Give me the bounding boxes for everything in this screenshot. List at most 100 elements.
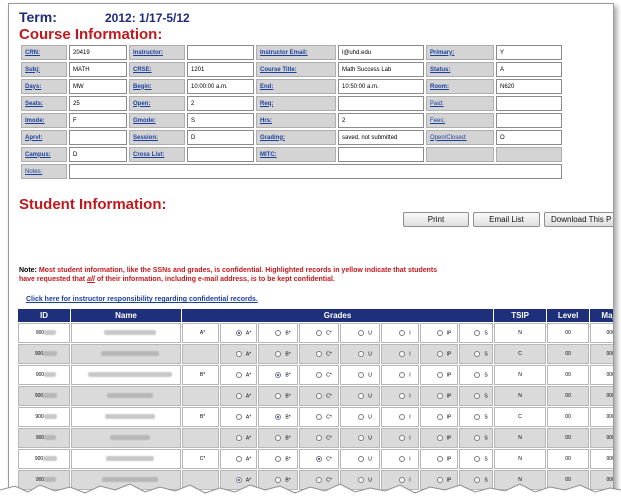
- grade-radio[interactable]: [358, 392, 365, 399]
- grade-option-s[interactable]: S: [459, 449, 494, 469]
- course-field-label[interactable]: MITC:: [256, 147, 336, 162]
- grade-radio[interactable]: [235, 476, 242, 483]
- grade-radio[interactable]: [436, 329, 443, 336]
- course-field-label[interactable]: Cross List:: [129, 147, 185, 162]
- course-field-label[interactable]: Open:: [129, 96, 185, 111]
- grade-option-u[interactable]: U: [340, 365, 380, 385]
- grade-option-b-star[interactable]: B*: [258, 428, 298, 448]
- grade-radio[interactable]: [275, 413, 282, 420]
- grade-radio[interactable]: [235, 350, 242, 357]
- grade-option-ip[interactable]: IP: [420, 365, 458, 385]
- grade-option-s[interactable]: S: [459, 407, 494, 427]
- course-field-label[interactable]: CRSE:: [129, 62, 185, 77]
- grade-option-s[interactable]: S: [459, 365, 494, 385]
- grade-radio[interactable]: [316, 476, 323, 483]
- grade-radio[interactable]: [474, 392, 481, 399]
- grade-radio[interactable]: [358, 476, 365, 483]
- grade-radio[interactable]: [235, 434, 242, 441]
- grade-radio[interactable]: [316, 329, 323, 336]
- grade-radio[interactable]: [399, 476, 406, 483]
- grade-option-a-star[interactable]: A*: [220, 365, 257, 385]
- grade-radio[interactable]: [275, 476, 282, 483]
- grade-radio[interactable]: [275, 455, 282, 462]
- course-field-label[interactable]: Fees:: [426, 113, 494, 128]
- grade-radio[interactable]: [316, 392, 323, 399]
- grade-option-b-star[interactable]: B*: [258, 449, 298, 469]
- grade-radio[interactable]: [358, 350, 365, 357]
- email-list-button[interactable]: Email List: [473, 212, 540, 227]
- grade-option-u[interactable]: U: [340, 407, 380, 427]
- course-field-label[interactable]: Begin:: [129, 79, 185, 94]
- course-field-label[interactable]: Open/Closed:: [426, 130, 494, 145]
- grade-option-i[interactable]: I: [381, 407, 419, 427]
- grade-option-a-star[interactable]: A*: [220, 344, 257, 364]
- grade-radio[interactable]: [235, 392, 242, 399]
- grade-option-a-star[interactable]: A*: [220, 386, 257, 406]
- grade-radio[interactable]: [399, 455, 406, 462]
- grade-option-ip[interactable]: IP: [420, 386, 458, 406]
- grade-option-a-star[interactable]: A*: [220, 323, 257, 343]
- grade-option-ip[interactable]: IP: [420, 428, 458, 448]
- grade-option-b-star[interactable]: B*: [258, 344, 298, 364]
- grade-option-b-star[interactable]: B*: [258, 470, 298, 490]
- grade-option-i[interactable]: I: [381, 470, 419, 490]
- grade-radio[interactable]: [235, 413, 242, 420]
- grade-radio[interactable]: [275, 350, 282, 357]
- grade-radio[interactable]: [436, 434, 443, 441]
- grade-option-c-star[interactable]: C*: [299, 470, 339, 490]
- course-field-label[interactable]: Instructor:: [129, 45, 185, 60]
- course-field-label[interactable]: Instructor Email:: [256, 45, 336, 60]
- grade-radio[interactable]: [358, 413, 365, 420]
- grade-radio[interactable]: [399, 371, 406, 378]
- confidential-records-link[interactable]: Click here for instructor responsibility…: [26, 296, 258, 303]
- grade-radio[interactable]: [474, 329, 481, 336]
- print-button[interactable]: Print: [403, 212, 469, 227]
- grade-radio[interactable]: [275, 329, 282, 336]
- grade-option-c-star[interactable]: C*: [299, 365, 339, 385]
- grade-option-u[interactable]: U: [340, 470, 380, 490]
- grade-option-u[interactable]: U: [340, 449, 380, 469]
- grade-radio[interactable]: [316, 455, 323, 462]
- grade-option-c-star[interactable]: C*: [299, 323, 339, 343]
- course-field-label[interactable]: Primary:: [426, 45, 494, 60]
- grade-radio[interactable]: [316, 371, 323, 378]
- grade-option-c-star[interactable]: C*: [299, 407, 339, 427]
- course-field-label[interactable]: Grading:: [256, 130, 336, 145]
- course-field-label[interactable]: Gmode:: [129, 113, 185, 128]
- notes-label[interactable]: Notes:: [21, 164, 67, 179]
- course-field-label[interactable]: Subj:: [21, 62, 67, 77]
- grade-option-s[interactable]: S: [459, 344, 494, 364]
- grade-radio[interactable]: [474, 371, 481, 378]
- grade-option-b-star[interactable]: B*: [258, 386, 298, 406]
- grade-radio[interactable]: [436, 413, 443, 420]
- grade-option-i[interactable]: I: [381, 344, 419, 364]
- course-field-label[interactable]: Course Title:: [256, 62, 336, 77]
- grade-option-u[interactable]: U: [340, 323, 380, 343]
- grade-option-ip[interactable]: IP: [420, 407, 458, 427]
- grade-radio[interactable]: [399, 392, 406, 399]
- grade-option-s[interactable]: S: [459, 386, 494, 406]
- grade-radio[interactable]: [275, 392, 282, 399]
- course-field-label[interactable]: Days:: [21, 79, 67, 94]
- grade-radio[interactable]: [235, 329, 242, 336]
- grade-option-b-star[interactable]: B*: [258, 365, 298, 385]
- grade-radio[interactable]: [358, 455, 365, 462]
- grade-radio[interactable]: [436, 392, 443, 399]
- grade-radio[interactable]: [358, 434, 365, 441]
- grade-radio[interactable]: [399, 413, 406, 420]
- grade-option-u[interactable]: U: [340, 428, 380, 448]
- grade-radio[interactable]: [399, 329, 406, 336]
- grade-option-u[interactable]: U: [340, 386, 380, 406]
- download-button[interactable]: Download This P: [544, 212, 613, 227]
- course-field-label[interactable]: Campus:: [21, 147, 67, 162]
- course-field-label[interactable]: Hrs:: [256, 113, 336, 128]
- course-field-label[interactable]: End:: [256, 79, 336, 94]
- grade-radio[interactable]: [399, 434, 406, 441]
- grade-option-c-star[interactable]: C*: [299, 344, 339, 364]
- grade-option-i[interactable]: I: [381, 365, 419, 385]
- course-field-label[interactable]: Seats:: [21, 96, 67, 111]
- grade-option-i[interactable]: I: [381, 449, 419, 469]
- course-field-label[interactable]: Status:: [426, 62, 494, 77]
- grade-radio[interactable]: [436, 350, 443, 357]
- grade-option-i[interactable]: I: [381, 386, 419, 406]
